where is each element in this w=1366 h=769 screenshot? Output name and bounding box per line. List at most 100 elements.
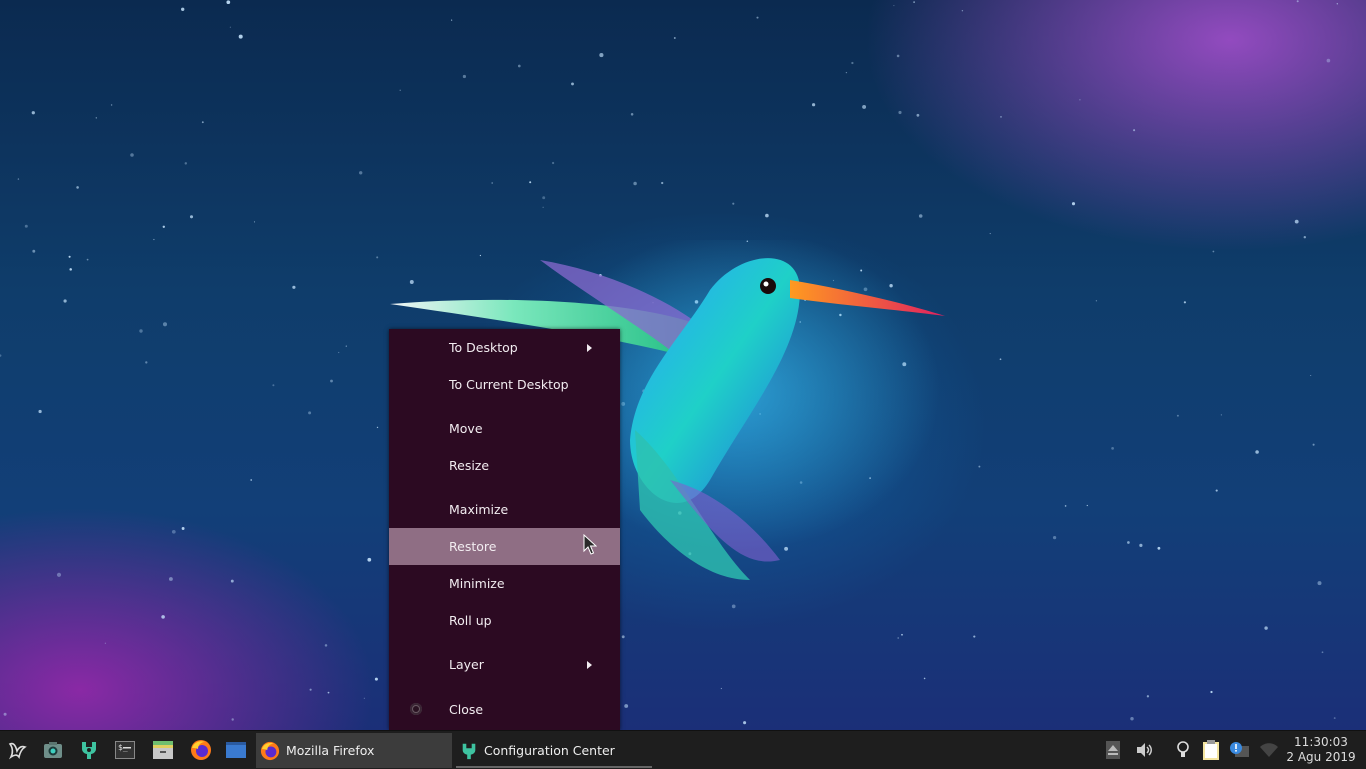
- star: [253, 221, 256, 223]
- star: [661, 181, 664, 185]
- star: [229, 26, 232, 28]
- star: [1146, 695, 1150, 698]
- eject-icon[interactable]: [1102, 731, 1124, 769]
- star: [130, 153, 134, 157]
- star: [673, 37, 676, 39]
- star: [31, 111, 35, 115]
- start-menu-icon[interactable]: [0, 731, 34, 769]
- star: [145, 361, 148, 364]
- star: [633, 181, 637, 186]
- menu-item-label: Restore: [449, 539, 497, 554]
- menu-item-roll-up[interactable]: Roll up: [389, 602, 620, 639]
- menu-item-minimize[interactable]: Minimize: [389, 565, 620, 602]
- star: [961, 9, 964, 12]
- star: [731, 604, 736, 609]
- star: [1127, 541, 1130, 544]
- menu-item-label: Roll up: [449, 613, 492, 628]
- star: [309, 688, 312, 691]
- star: [1079, 99, 1081, 101]
- clock-date: 2 Agu 2019: [1286, 750, 1356, 764]
- star: [168, 577, 173, 581]
- firefox-icon[interactable]: [184, 731, 218, 769]
- menu-item-resize[interactable]: Resize: [389, 447, 620, 484]
- menu-item-label: Layer: [449, 657, 484, 672]
- star: [1296, 0, 1299, 3]
- star: [542, 196, 546, 200]
- wifi-icon[interactable]: [1258, 731, 1280, 769]
- star: [901, 633, 903, 636]
- star: [851, 61, 854, 65]
- terminal-icon[interactable]: $_: [108, 731, 142, 769]
- menu-item-maximize[interactable]: Maximize: [389, 491, 620, 528]
- star: [17, 178, 20, 180]
- star: [69, 268, 72, 271]
- star: [913, 1, 915, 3]
- menu-item-layer[interactable]: Layer: [389, 646, 620, 683]
- star: [345, 345, 347, 347]
- star: [24, 224, 28, 228]
- star: [1086, 504, 1088, 507]
- star: [1333, 717, 1336, 720]
- file-manager-icon[interactable]: [146, 731, 180, 769]
- star: [1336, 3, 1338, 5]
- volume-icon[interactable]: [1133, 731, 1155, 769]
- menu-item-close[interactable]: Close: [389, 691, 620, 728]
- star: [765, 213, 769, 218]
- star: [226, 0, 231, 5]
- star: [732, 202, 735, 205]
- clock[interactable]: 11:30:03 2 Agu 2019: [1284, 735, 1358, 765]
- desktop-icon[interactable]: [219, 731, 253, 769]
- star: [1052, 535, 1057, 540]
- submenu-arrow-icon: [587, 661, 592, 669]
- clipboard-icon[interactable]: [1200, 731, 1222, 769]
- screenshot-icon[interactable]: [36, 731, 70, 769]
- star: [231, 718, 234, 721]
- menu-item-label: To Current Desktop: [449, 377, 569, 392]
- star: [517, 64, 521, 68]
- star: [327, 691, 330, 694]
- star: [104, 642, 107, 644]
- star: [1139, 543, 1143, 548]
- star: [201, 121, 204, 124]
- star: [238, 34, 243, 39]
- star: [324, 644, 328, 647]
- config-center-icon[interactable]: [72, 731, 106, 769]
- menu-item-label: To Desktop: [449, 340, 518, 355]
- firefox-icon: [260, 741, 280, 760]
- notification-icon[interactable]: [1228, 731, 1252, 769]
- star: [0, 354, 2, 357]
- star: [1133, 129, 1136, 132]
- star: [86, 258, 89, 261]
- star: [189, 215, 194, 219]
- star: [230, 579, 234, 583]
- star: [1264, 626, 1268, 630]
- star: [451, 19, 453, 21]
- star: [181, 527, 185, 530]
- mouse-cursor-icon: [583, 534, 597, 555]
- star: [162, 322, 168, 327]
- star: [250, 479, 253, 481]
- star: [1255, 450, 1259, 454]
- lightbulb-icon[interactable]: [1172, 731, 1194, 769]
- desktop-wallpaper[interactable]: To Desktop To Current Desktop Move Resiz…: [0, 0, 1366, 730]
- menu-item-move[interactable]: Move: [389, 410, 620, 447]
- star: [171, 529, 176, 534]
- star: [893, 5, 895, 7]
- star: [898, 110, 902, 115]
- star: [845, 71, 848, 74]
- clock-time: 11:30:03: [1294, 735, 1348, 749]
- star: [973, 635, 976, 638]
- menu-item-to-current-desktop[interactable]: To Current Desktop: [389, 366, 620, 403]
- star: [1210, 690, 1213, 694]
- star: [399, 89, 401, 91]
- menu-item-label: Resize: [449, 458, 490, 473]
- star: [756, 16, 759, 19]
- task-configuration-center[interactable]: Configuration Center: [456, 733, 652, 768]
- menu-item-to-desktop[interactable]: To Desktop: [389, 329, 620, 366]
- menu-item-label: Maximize: [449, 502, 509, 517]
- star: [1215, 489, 1218, 492]
- submenu-arrow-icon: [587, 344, 592, 352]
- task-label: Configuration Center: [484, 743, 615, 758]
- task-mozilla-firefox[interactable]: Mozilla Firefox: [256, 733, 452, 768]
- star: [1064, 505, 1067, 507]
